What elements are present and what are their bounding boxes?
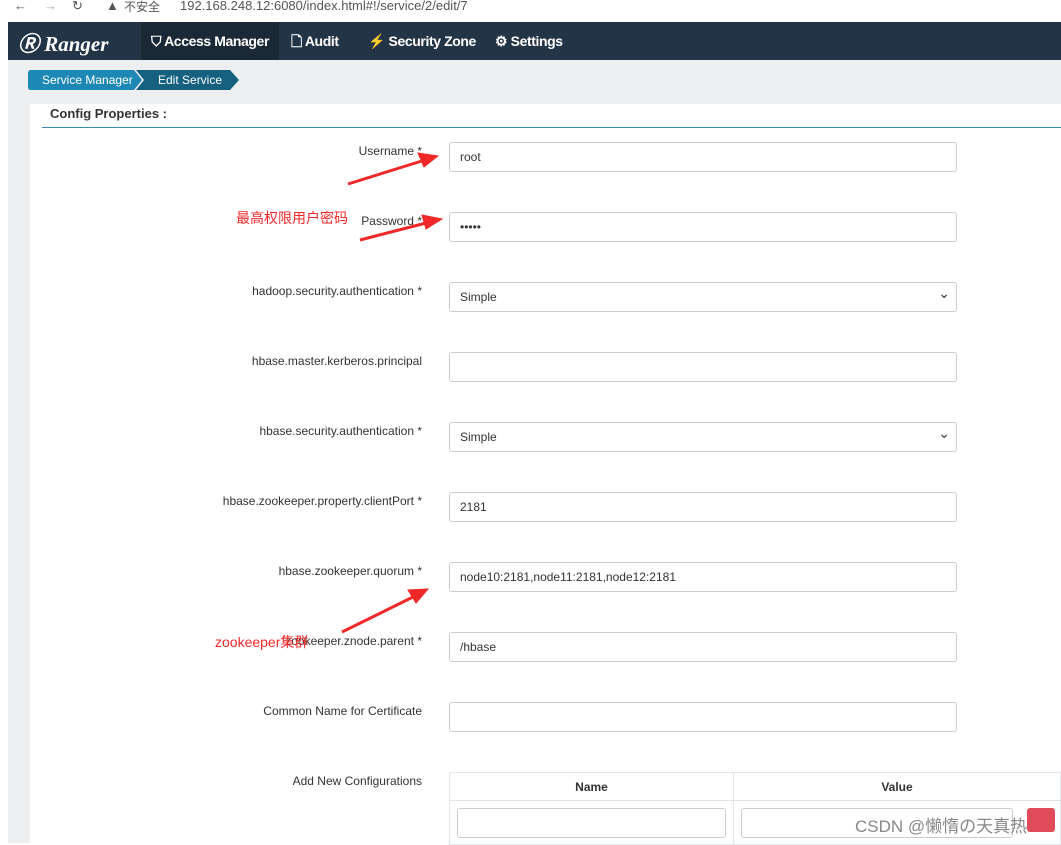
username-input[interactable]: root <box>449 142 957 172</box>
hadoop-auth-label: hadoop.security.authentication * <box>252 284 422 298</box>
annotation-zookeeper: zookeeper集群 <box>215 634 309 650</box>
nav-settings[interactable]: ⚙ Settings <box>485 22 573 60</box>
add-config-label: Add New Configurations <box>292 774 422 788</box>
divider <box>42 127 1061 128</box>
password-input[interactable]: ••••• <box>449 212 957 242</box>
ranger-logo[interactable]: Ⓡ Ranger <box>18 28 108 58</box>
quorum-input[interactable]: node10:2181,node11:2181,node12:2181 <box>449 562 957 592</box>
nav-access-manager[interactable]: ⛉ Access Manager <box>141 22 279 60</box>
client-port-label: hbase.zookeeper.property.clientPort * <box>222 494 422 508</box>
kerberos-principal-input[interactable] <box>449 352 957 382</box>
gear-icon: ⚙ <box>495 33 508 49</box>
hbase-auth-label: hbase.security.authentication * <box>259 424 422 438</box>
hbase-auth-select[interactable]: Simple <box>449 419 957 452</box>
reload-icon[interactable]: ↻ <box>72 0 83 14</box>
nav-security-zone[interactable]: ⚡ Security Zone <box>358 22 486 60</box>
znode-parent-input[interactable]: /hbase <box>449 632 957 662</box>
security-label: 不安全 <box>124 0 161 14</box>
hadoop-auth-select[interactable]: Simple <box>449 279 957 312</box>
breadcrumb-service-manager[interactable]: Service Manager <box>42 70 133 90</box>
file-icon: 🗋 <box>291 33 302 49</box>
section-title: Config Properties : <box>50 106 168 121</box>
common-name-input[interactable] <box>449 702 957 732</box>
kerberos-principal-label: hbase.master.kerberos.principal <box>251 354 422 368</box>
warning-icon: ▲ <box>106 0 119 13</box>
back-icon[interactable]: ← <box>14 0 27 13</box>
shield-icon: ⛉ <box>151 33 162 49</box>
breadcrumb-edit-service[interactable]: Edit Service <box>158 70 222 90</box>
common-name-label: Common Name for Certificate <box>263 704 422 718</box>
annotation-password: 最高权限用户密码 <box>236 210 348 226</box>
column-value: Value <box>733 772 1061 801</box>
password-label: Password * <box>361 214 422 228</box>
nav-audit[interactable]: 🗋 Audit <box>281 22 349 60</box>
column-name: Name <box>449 772 734 801</box>
top-navbar: Ⓡ Ranger ⛉ Access Manager 🗋 Audit ⚡ Secu… <box>8 22 1061 60</box>
url-input[interactable]: 192.168.248.12:6080/index.html#!/service… <box>180 0 468 13</box>
username-label: Username * <box>358 144 422 158</box>
zone-icon: ⚡ <box>368 33 386 49</box>
config-name-input[interactable] <box>457 807 726 838</box>
forward-icon[interactable]: → <box>44 0 57 13</box>
watermark: CSDN @懒惰の天真热 <box>855 817 1028 836</box>
client-port-input[interactable]: 2181 <box>449 492 957 522</box>
quorum-label: hbase.zookeeper.quorum * <box>278 564 422 578</box>
browser-bar: ← → ↻ ▲ 不安全 192.168.248.12:6080/index.ht… <box>0 0 1061 20</box>
delete-row-button[interactable] <box>1027 808 1055 832</box>
